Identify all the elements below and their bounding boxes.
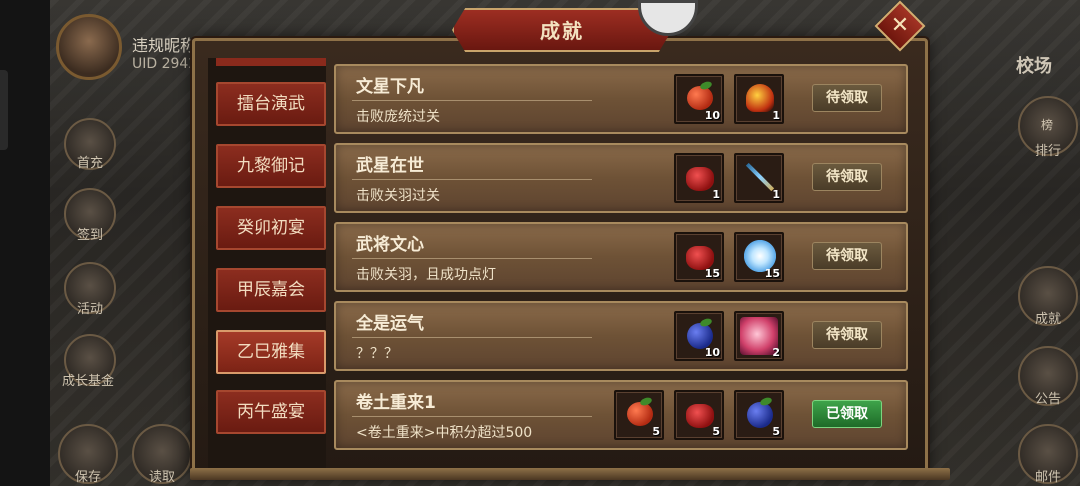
reward-item[interactable]: 15 <box>674 232 724 282</box>
divider <box>352 100 592 101</box>
achievement-name: 卷土重来1 <box>356 393 436 413</box>
avatar[interactable] <box>56 14 122 80</box>
achievement-name: 武将文心 <box>356 235 424 255</box>
ranking-badge: 榜 <box>1040 118 1053 132</box>
reward-qty: 1 <box>772 188 780 201</box>
divider <box>352 179 592 180</box>
divider <box>352 258 592 259</box>
save-label: 保存 <box>74 470 101 485</box>
reward-item[interactable]: 1 <box>674 153 724 203</box>
reward-qty: 5 <box>772 425 780 438</box>
location-title: 校场 <box>1016 56 1052 77</box>
dialog-title: 成就 <box>540 19 584 43</box>
reward-qty: 2 <box>772 346 780 359</box>
achievement-row: 文星下凡 击败庞统过关 10 1 待领取 <box>334 64 908 134</box>
left-edge-bar <box>0 0 50 486</box>
achievement-desc: 击败庞统过关 <box>356 109 440 125</box>
achievement-label: 成就 <box>1034 312 1061 327</box>
claimed-button[interactable]: 已领取 <box>812 400 882 428</box>
dialog-bottom-edge <box>190 468 950 480</box>
tab-jiuli[interactable]: 九黎御记 <box>216 144 326 188</box>
achievement-desc: ？？？ <box>356 346 398 362</box>
tab-leitai[interactable]: 擂台演武 <box>216 82 326 126</box>
reward-qty: 10 <box>704 346 720 359</box>
achievement-desc: 击败关羽，且成功点灯 <box>356 267 496 283</box>
claim-button[interactable]: 待领取 <box>812 242 882 270</box>
reward-item[interactable]: 5 <box>674 390 724 440</box>
reward-qty: 15 <box>704 267 720 280</box>
tab-guimao[interactable]: 癸卯初宴 <box>216 206 326 250</box>
edge-notch <box>0 70 8 150</box>
reward-item[interactable]: 15 <box>734 232 784 282</box>
announcement-label: 公告 <box>1034 392 1061 407</box>
claim-button[interactable]: 待领取 <box>812 163 882 191</box>
reward-qty: 5 <box>712 425 720 438</box>
reward-item[interactable]: 2 <box>734 311 784 361</box>
red-pouch-icon <box>686 167 714 191</box>
ranking-label: 排行 <box>1034 144 1061 159</box>
tab-yisi[interactable]: 乙巳雅集 <box>216 330 326 374</box>
first-charge-label: 首充 <box>76 156 103 171</box>
divider <box>352 416 592 417</box>
reward-qty: 10 <box>704 109 720 122</box>
reward-item[interactable]: 5 <box>614 390 664 440</box>
achievement-dialog: 成就 ✕ 擂台演武 九黎御记 癸卯初宴 甲辰嘉会 乙巳雅集 丙午盛宴 文星下凡 … <box>182 0 938 480</box>
close-icon[interactable]: ✕ <box>882 8 918 44</box>
red-pouch-icon <box>686 404 714 428</box>
reward-qty: 1 <box>712 188 720 201</box>
achievement-desc: <卷土重来>中积分超过500 <box>356 425 533 441</box>
mail-label: 邮件 <box>1034 470 1061 485</box>
reward-qty: 1 <box>772 109 780 122</box>
red-fruit-icon <box>687 86 713 110</box>
achievement-row: 武星在世 击败关羽过关 1 1 待领取 <box>334 143 908 213</box>
reward-qty: 15 <box>764 267 780 280</box>
divider <box>352 337 592 338</box>
achievement-row: 卷土重来1 <卷土重来>中积分超过500 5 5 5 已领取 <box>334 380 908 450</box>
reward-item[interactable]: 10 <box>674 311 724 361</box>
reward-item[interactable]: 5 <box>734 390 784 440</box>
reward-item[interactable]: 1 <box>734 74 784 124</box>
claim-button[interactable]: 待领取 <box>812 321 882 349</box>
red-fruit-icon <box>627 402 653 426</box>
tab-bingwu[interactable]: 丙午盛宴 <box>216 390 326 434</box>
achievement-desc: 击败关羽过关 <box>356 188 440 204</box>
blue-fruit-icon <box>747 402 773 428</box>
fire-beast-icon <box>746 84 774 112</box>
achievement-row: 全是运气 ？？？ 10 2 待领取 <box>334 301 908 371</box>
tab-accent-bar <box>216 58 326 66</box>
sign-in-label: 签到 <box>76 228 103 243</box>
achievement-name: 全是运气 <box>356 314 424 334</box>
activity-label: 活动 <box>76 302 103 317</box>
claim-button[interactable]: 待领取 <box>812 84 882 112</box>
tab-jiachen[interactable]: 甲辰嘉会 <box>216 268 326 312</box>
achievement-row: 武将文心 击败关羽，且成功点灯 15 15 待领取 <box>334 222 908 292</box>
reward-qty: 5 <box>652 425 660 438</box>
reward-item[interactable]: 1 <box>734 153 784 203</box>
growth-fund-label: 成长基金 <box>61 374 114 389</box>
spear-icon <box>745 162 775 192</box>
achievement-name: 武星在世 <box>356 156 424 176</box>
reward-item[interactable]: 10 <box>674 74 724 124</box>
achievement-name: 文星下凡 <box>356 77 424 97</box>
